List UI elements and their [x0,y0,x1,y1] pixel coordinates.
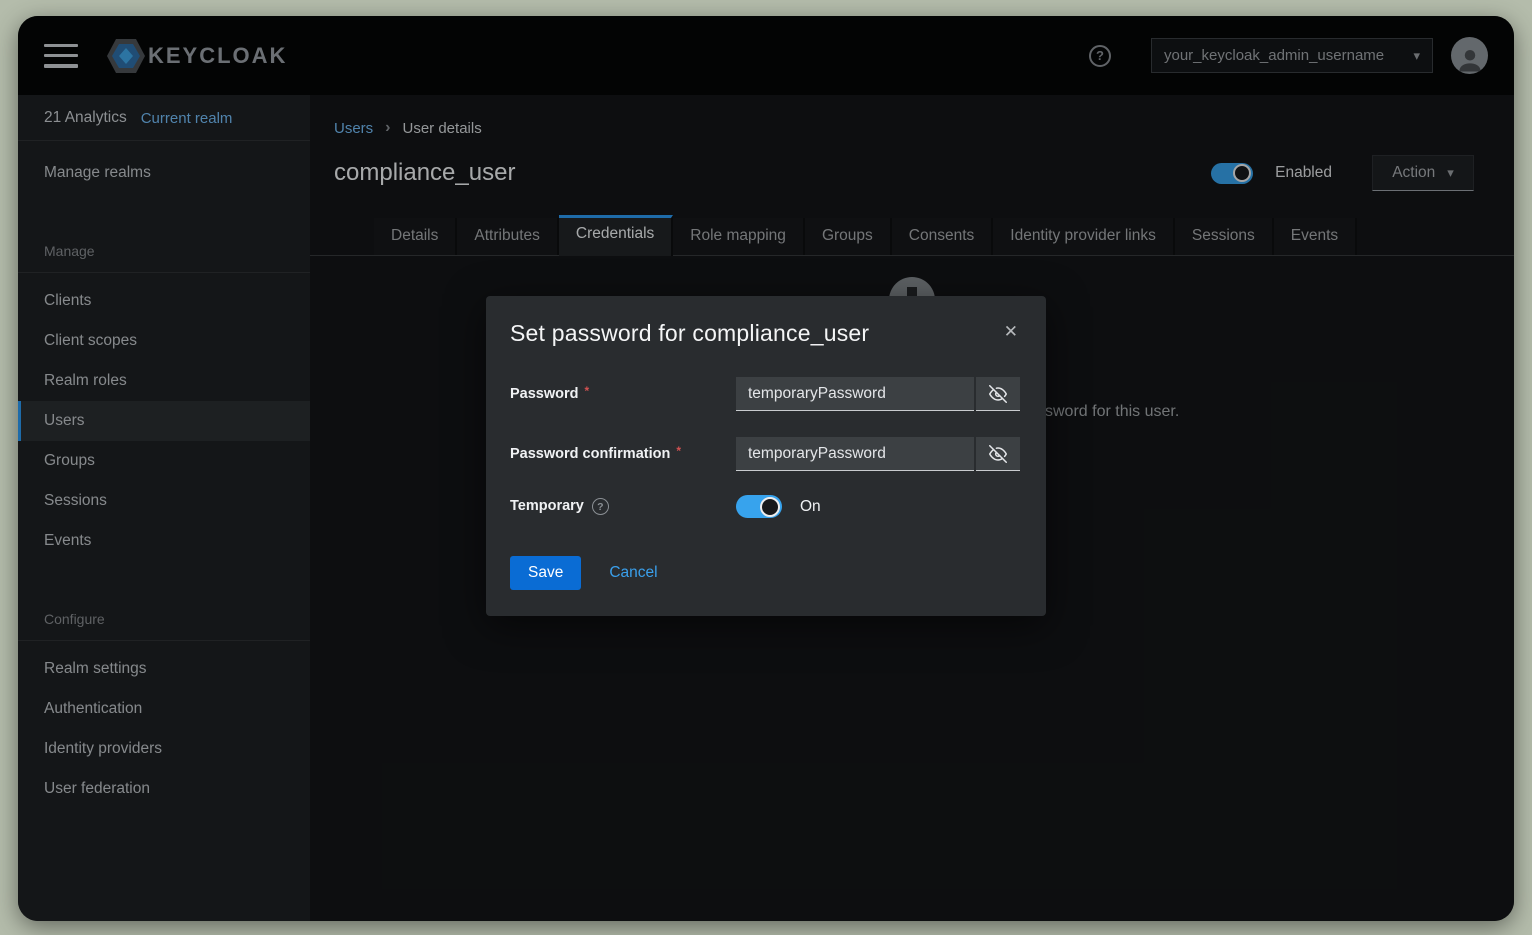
required-marker: * [676,444,681,462]
modal-title: Set password for compliance_user [510,320,869,347]
close-icon[interactable]: ✕ [1000,320,1022,344]
eye-slash-icon [989,445,1007,463]
temporary-toggle[interactable] [736,495,782,518]
temporary-help-icon[interactable]: ? [592,498,609,515]
app-window: KEYCLOAK ? your_keycloak_admin_username … [18,16,1514,921]
password-confirmation-input[interactable] [736,437,974,471]
temporary-label: Temporary ? [510,498,736,515]
save-button[interactable]: Save [510,556,581,590]
set-password-modal: Set password for compliance_user ✕ Passw… [486,296,1046,616]
password-confirmation-label: Password confirmation * [510,446,736,462]
password-confirmation-visibility-toggle[interactable] [976,437,1020,471]
password-input[interactable] [736,377,974,411]
required-marker: * [585,384,590,402]
password-visibility-toggle[interactable] [976,377,1020,411]
eye-slash-icon [989,385,1007,403]
temporary-state-label: On [800,498,821,516]
cancel-button[interactable]: Cancel [609,564,657,582]
password-label: Password * [510,386,736,402]
